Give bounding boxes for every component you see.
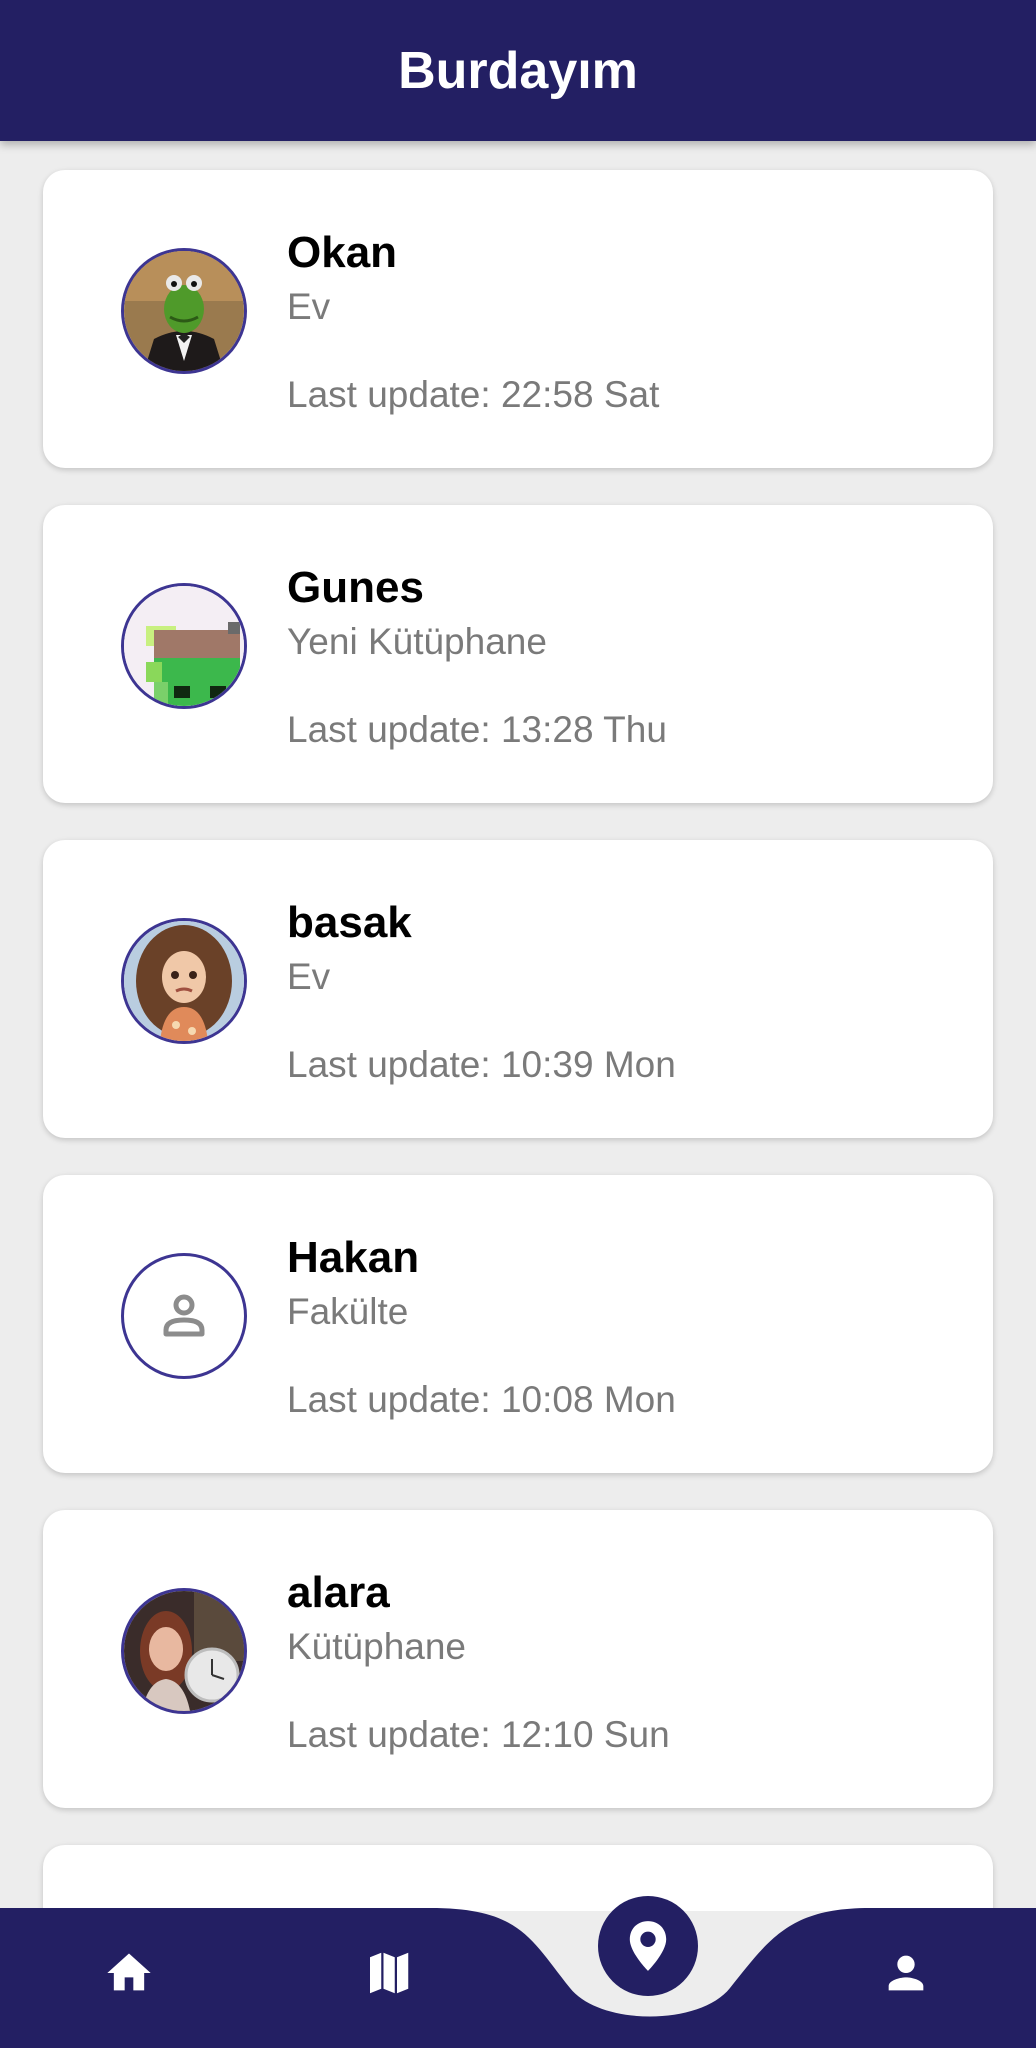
frog-avatar-image: [124, 251, 244, 371]
avatar: [121, 1253, 247, 1379]
portrait-avatar-image: [124, 1591, 244, 1711]
friend-name: Okan: [287, 228, 398, 277]
last-update: Last update: 10:39 Mon: [287, 1044, 676, 1085]
nav-profile-button[interactable]: [866, 1933, 946, 2013]
friend-card-partial[interactable]: [43, 1845, 993, 1911]
location-pin-icon: [629, 1921, 667, 1971]
friend-name: Gunes: [287, 563, 424, 612]
nav-check-in-button[interactable]: [598, 1896, 698, 1996]
friend-list[interactable]: Okan Ev Last update: 22:58 Sat Gunes Yen…: [0, 141, 1036, 1911]
nav-home-button[interactable]: [89, 1933, 169, 2013]
friend-location: Kütüphane: [287, 1626, 467, 1667]
last-update: Last update: 13:28 Thu: [287, 709, 667, 750]
avatar: [121, 918, 247, 1044]
app-bar: Burdayım: [0, 0, 1036, 141]
person-icon: [888, 1955, 924, 1991]
friend-card[interactable]: alara Kütüphane Last update: 12:10 Sun: [43, 1510, 993, 1808]
default-person-icon: [163, 1294, 205, 1337]
friend-name: alara: [287, 1568, 390, 1617]
last-update: Last update: 22:58 Sat: [287, 374, 660, 415]
home-icon: [107, 1953, 151, 1991]
friend-location: Yeni Kütüphane: [287, 621, 547, 662]
friend-location: Ev: [287, 956, 331, 997]
nav-map-button[interactable]: [348, 1933, 428, 2013]
friend-location: Ev: [287, 286, 331, 327]
pixel-art-avatar-image: [124, 586, 244, 706]
friend-name: Hakan: [287, 1233, 420, 1282]
avatar: [121, 248, 247, 374]
avatar: [121, 583, 247, 709]
map-icon: [370, 1952, 409, 1994]
friend-card[interactable]: Okan Ev Last update: 22:58 Sat: [43, 170, 993, 468]
doll-avatar-image: [124, 921, 244, 1041]
avatar: [121, 1588, 247, 1714]
friend-name: basak: [287, 898, 412, 947]
last-update: Last update: 12:10 Sun: [287, 1714, 670, 1755]
bottom-navigation: [0, 1908, 1036, 2048]
friend-location: Fakülte: [287, 1291, 409, 1332]
last-update: Last update: 10:08 Mon: [287, 1379, 676, 1420]
friend-card[interactable]: Gunes Yeni Kütüphane Last update: 13:28 …: [43, 505, 993, 803]
friend-card[interactable]: basak Ev Last update: 10:39 Mon: [43, 840, 993, 1138]
app-title: Burdayım: [398, 41, 638, 100]
friend-card[interactable]: Hakan Fakülte Last update: 10:08 Mon: [43, 1175, 993, 1473]
